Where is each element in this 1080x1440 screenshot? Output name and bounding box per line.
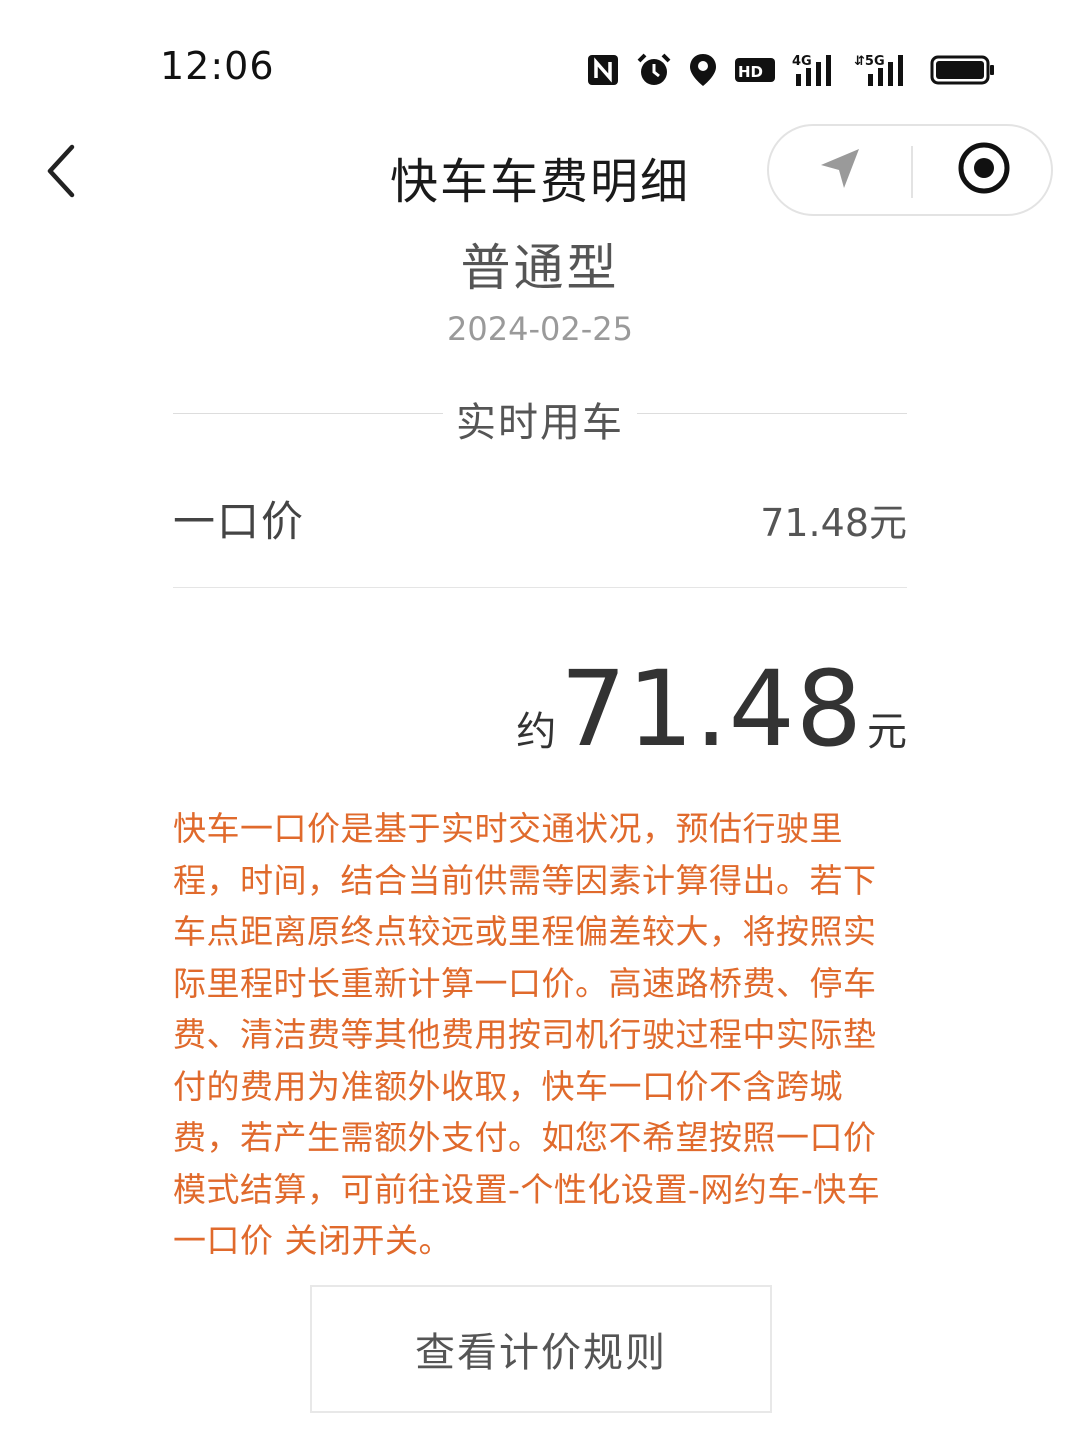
fee-value: 71.48元 — [760, 501, 907, 545]
status-icons: HD 4G ⇵5G — [586, 48, 996, 92]
total-unit: 元 — [867, 709, 907, 755]
record-target-icon — [957, 141, 1011, 199]
battery-icon — [930, 54, 996, 86]
car-type: 普通型 — [460, 239, 620, 297]
status-bar: 12:06 HD 4G ⇵5G — [0, 0, 1080, 130]
hd-icon: HD — [734, 55, 776, 85]
svg-text:⇵5G: ⇵5G — [854, 54, 885, 69]
row-divider — [173, 587, 907, 588]
capsule-close-button[interactable] — [913, 126, 1055, 214]
signal-5g-icon: ⇵5G — [854, 52, 914, 88]
nfc-icon — [586, 53, 620, 87]
mini-program-capsule — [767, 124, 1053, 216]
fee-label: 一口价 — [173, 497, 306, 546]
location-icon — [688, 52, 718, 88]
fee-row: 一口价 71.48元 — [173, 482, 907, 546]
nav-bar: 快车车费明细 — [0, 120, 1080, 230]
status-time: 12:06 — [160, 44, 275, 88]
svg-text:HD: HD — [738, 63, 763, 81]
view-pricing-rules-button[interactable]: 查看计价规则 — [310, 1285, 772, 1413]
navigation-arrow-icon — [815, 143, 865, 197]
section-label: 实时用车 — [456, 400, 624, 446]
back-button[interactable] — [30, 138, 90, 208]
section-divider: 实时用车 — [173, 388, 907, 446]
pricing-notice: 快车一口价是基于实时交通状况，预估行驶里程，时间，结合当前供需等因素计算得出。若… — [173, 809, 881, 1260]
total-prefix: 约 — [516, 709, 557, 755]
page-title: 快车车费明细 — [389, 154, 690, 210]
trip-date: 2024-02-25 — [447, 310, 633, 348]
divider-line-left — [173, 413, 443, 414]
total-price: 约 71.48 元 — [516, 648, 907, 770]
signal-4g-icon: 4G — [792, 52, 838, 88]
divider-line-right — [637, 413, 907, 414]
alarm-icon — [636, 52, 672, 88]
chevron-left-icon — [40, 143, 80, 203]
svg-text:4G: 4G — [792, 54, 812, 69]
total-amount: 71.48 — [560, 648, 863, 770]
capsule-location-button[interactable] — [769, 126, 911, 214]
